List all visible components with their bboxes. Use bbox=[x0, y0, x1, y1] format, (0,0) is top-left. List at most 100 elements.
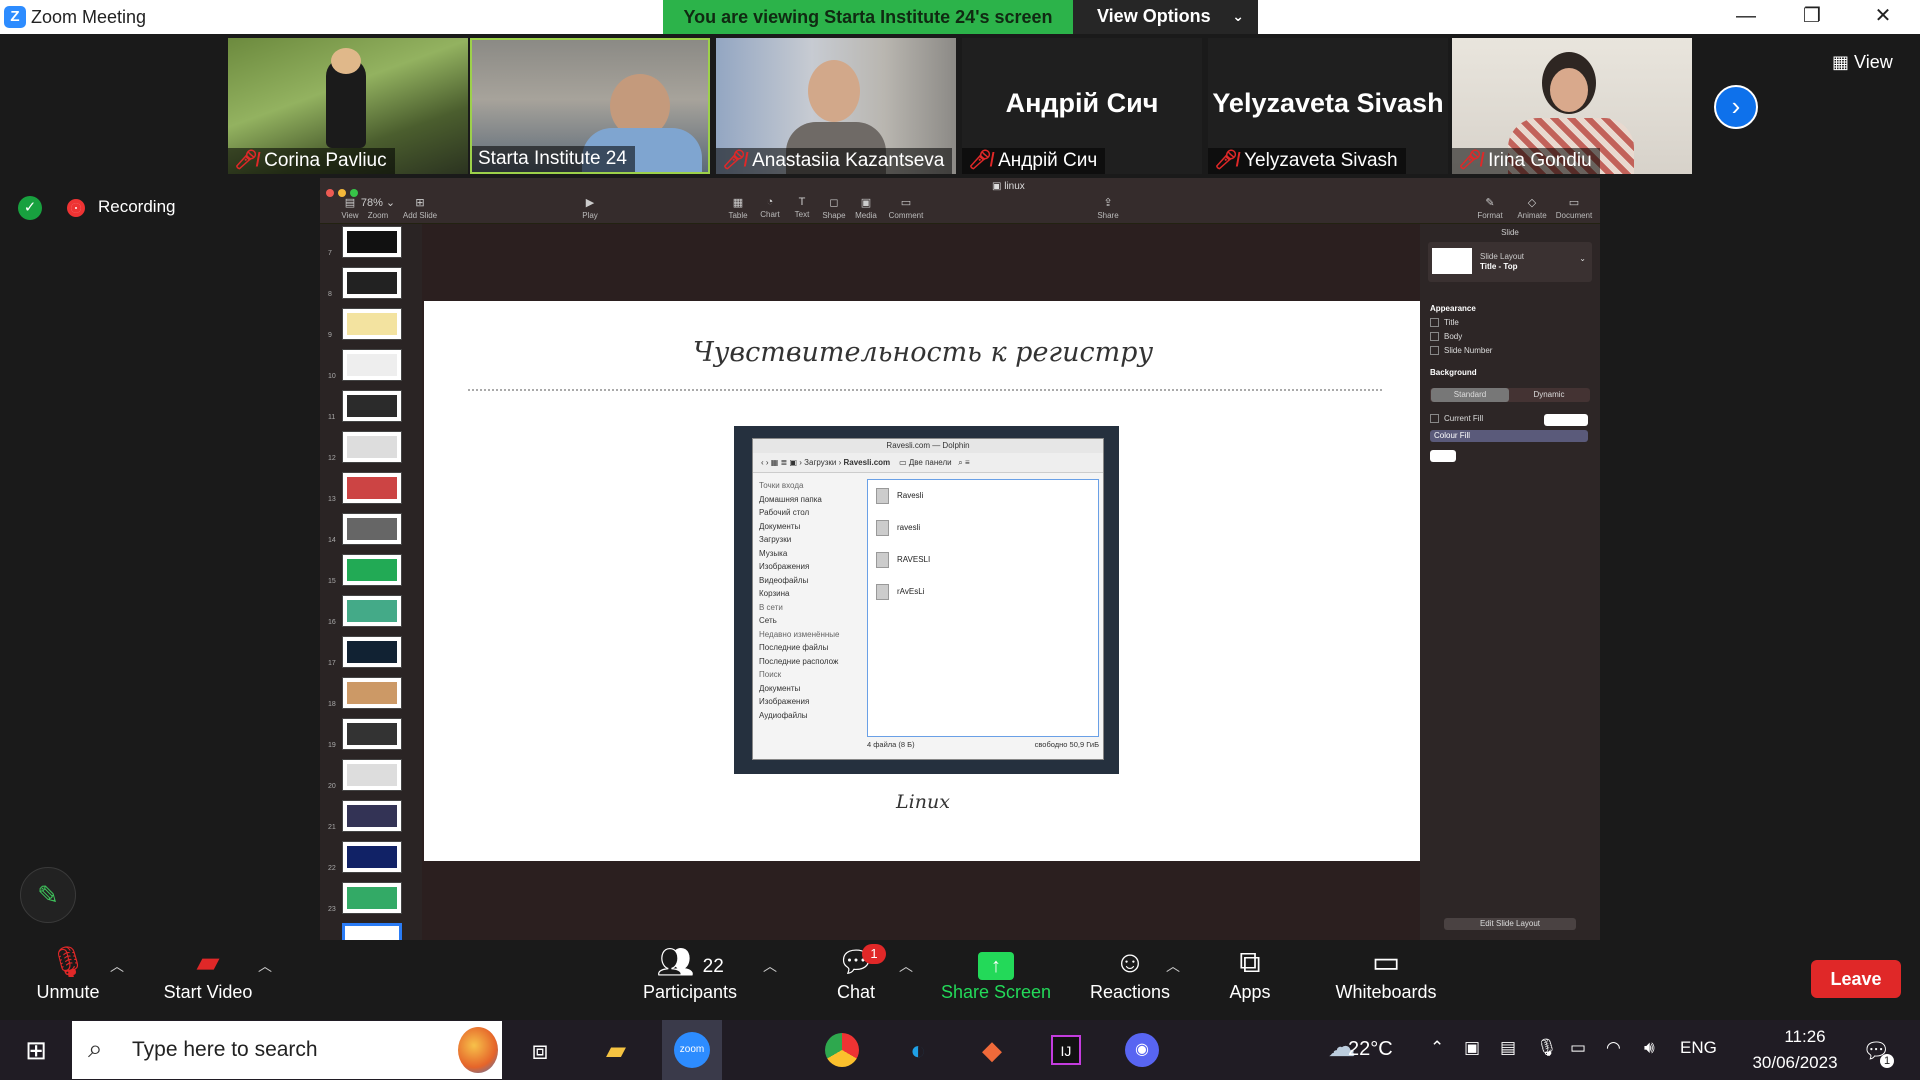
whiteboards-button[interactable]: ▭ Whiteboards bbox=[1326, 944, 1446, 1003]
edit-slide-layout-button[interactable]: Edit Slide Layout bbox=[1444, 918, 1576, 930]
maximize-button[interactable]: ❐ bbox=[1782, 0, 1842, 34]
discord-icon[interactable]: ◉ bbox=[1112, 1020, 1172, 1080]
fill-type-select[interactable]: Colour Fill bbox=[1430, 430, 1588, 442]
file-item[interactable]: Ravesli bbox=[876, 488, 923, 504]
task-view-icon[interactable]: ⧈ bbox=[510, 1020, 570, 1080]
toolbar-share-button[interactable]: ⇪ Share bbox=[1088, 196, 1128, 220]
tray-display-icon[interactable]: ▤ bbox=[1500, 1038, 1516, 1058]
leave-button[interactable]: Leave bbox=[1811, 960, 1901, 998]
participant-tile[interactable]: Андрій Сич 🎤︎̸ Андрій Сич bbox=[962, 38, 1202, 174]
toolbar-play-button[interactable]: ▶ Play bbox=[570, 196, 610, 220]
toolbar-media-button[interactable]: ▣ Media bbox=[846, 196, 886, 220]
places-item[interactable]: Изображения bbox=[755, 560, 855, 574]
participant-tile-active[interactable]: Starta Institute 24 bbox=[470, 38, 710, 174]
slide-thumbnail[interactable] bbox=[342, 595, 402, 627]
title-checkbox[interactable]: Title bbox=[1430, 318, 1459, 327]
places-item[interactable]: Рабочий стол bbox=[755, 506, 855, 520]
toolbar-document-button[interactable]: ▭ Document bbox=[1554, 196, 1594, 220]
annotate-pencil-icon[interactable]: ✎ bbox=[20, 867, 76, 923]
view-options-button[interactable]: View Options ⌄ bbox=[1073, 0, 1258, 34]
places-item[interactable]: Последние файлы bbox=[755, 641, 855, 655]
file-explorer-icon[interactable]: ▰ bbox=[586, 1020, 646, 1080]
tray-chevron-icon[interactable]: ⌃ bbox=[1430, 1038, 1444, 1058]
standard-segment[interactable]: Standard bbox=[1431, 388, 1509, 402]
toolbar-animate-button[interactable]: ◇ Animate bbox=[1512, 196, 1552, 220]
file-item[interactable]: RAVESLI bbox=[876, 552, 930, 568]
slide-thumbnail[interactable] bbox=[342, 267, 402, 299]
weather-temp[interactable]: 22°C bbox=[1348, 1038, 1393, 1061]
slide-thumbnail[interactable] bbox=[342, 226, 402, 258]
toolbar-format-button[interactable]: ✎ Format bbox=[1470, 196, 1510, 220]
places-item[interactable]: Сеть bbox=[755, 614, 855, 628]
slide-thumbnail[interactable] bbox=[342, 349, 402, 381]
slide-thumbnail[interactable] bbox=[342, 800, 402, 832]
zoom-taskbar-icon[interactable]: zoom bbox=[662, 1020, 722, 1080]
slide-thumbnail[interactable] bbox=[342, 636, 402, 668]
body-checkbox[interactable]: Body bbox=[1430, 332, 1462, 341]
file-item[interactable]: ravesli bbox=[876, 520, 920, 536]
places-item[interactable]: Документы bbox=[755, 520, 855, 534]
slide-number-checkbox[interactable]: Slide Number bbox=[1430, 346, 1492, 355]
volume-icon[interactable]: 🔊︎ bbox=[1644, 1038, 1655, 1058]
unmute-button[interactable]: 🎙︎ Unmute bbox=[28, 944, 108, 1003]
security-shield-icon[interactable]: ✓ bbox=[18, 196, 42, 220]
slide-layout-picker[interactable]: Slide Layout Title - Top ⌄ bbox=[1428, 242, 1592, 282]
places-item[interactable]: Документы bbox=[755, 682, 855, 696]
inspector-tab-slide[interactable]: Slide bbox=[1420, 228, 1600, 237]
places-item[interactable]: Аудиофайлы bbox=[755, 709, 855, 723]
taskbar-search-box[interactable]: ⌕ Type here to search bbox=[72, 1021, 502, 1079]
audio-options-caret[interactable]: ︿ bbox=[110, 956, 124, 976]
slide-thumbnail[interactable] bbox=[342, 472, 402, 504]
participants-button[interactable]: 👥︎ 22 Participants bbox=[640, 944, 740, 1003]
minimize-button[interactable]: — bbox=[1716, 0, 1776, 34]
slide[interactable]: Чувствительность к регистру Ravesli.com … bbox=[424, 301, 1422, 861]
slide-thumbnail[interactable] bbox=[342, 431, 402, 463]
current-fill-swatch[interactable] bbox=[1544, 414, 1588, 426]
git-app-icon[interactable]: ◆ bbox=[962, 1020, 1022, 1080]
slide-thumbnail[interactable] bbox=[342, 308, 402, 340]
wifi-icon[interactable]: ◠ bbox=[1606, 1038, 1621, 1058]
start-video-button[interactable]: ▰ Start Video bbox=[158, 944, 258, 1003]
view-button[interactable]: ▦ View bbox=[1832, 52, 1893, 73]
slide-thumbnail[interactable] bbox=[342, 677, 402, 709]
apps-button[interactable]: ⧉ Apps bbox=[1220, 944, 1280, 1003]
slide-thumbnail[interactable] bbox=[342, 923, 402, 940]
close-button[interactable]: ✕ bbox=[1853, 0, 1913, 34]
color-well[interactable] bbox=[1430, 450, 1456, 462]
dynamic-segment[interactable]: Dynamic bbox=[1510, 388, 1588, 402]
reactions-button[interactable]: ☺︎ Reactions bbox=[1090, 944, 1170, 1003]
video-options-caret[interactable]: ︿ bbox=[258, 956, 272, 976]
places-item[interactable]: Видеофайлы bbox=[755, 574, 855, 588]
slide-thumbnail[interactable] bbox=[342, 882, 402, 914]
places-item[interactable]: Домашняя папка bbox=[755, 493, 855, 507]
toolbar-add-slide-button[interactable]: ⊞ Add Slide bbox=[400, 196, 440, 220]
edge-icon[interactable]: ◐ bbox=[888, 1020, 948, 1080]
start-windows-icon[interactable]: ⊞ bbox=[6, 1020, 66, 1080]
participant-tile[interactable]: 🎤︎̸ Anastasiia Kazantseva bbox=[716, 38, 956, 174]
clock-date[interactable]: 30/06/2023 bbox=[1740, 1053, 1850, 1073]
clock-time[interactable]: 11:26 bbox=[1760, 1027, 1850, 1047]
tray-app-icon[interactable]: ▣ bbox=[1464, 1038, 1480, 1058]
places-item[interactable]: Изображения bbox=[755, 695, 855, 709]
slide-thumbnail[interactable] bbox=[342, 718, 402, 750]
participants-options-caret[interactable]: ︿ bbox=[763, 956, 777, 976]
participant-tile[interactable]: Yelyzaveta Sivash 🎤︎̸ Yelyzaveta Sivash bbox=[1208, 38, 1448, 174]
places-item[interactable]: Последние располож bbox=[755, 655, 855, 669]
chrome-icon[interactable] bbox=[812, 1020, 872, 1080]
slide-thumbnail[interactable] bbox=[342, 759, 402, 791]
participant-tile[interactable]: 🎤︎̸ Corina Pavliuc bbox=[228, 38, 468, 174]
places-item[interactable]: Музыка bbox=[755, 547, 855, 561]
chat-options-caret[interactable]: ︿ bbox=[899, 956, 913, 976]
participant-tile[interactable]: 🎤︎̸ Irina Gondiu bbox=[1452, 38, 1692, 174]
places-item[interactable]: Загрузки bbox=[755, 533, 855, 547]
slide-thumbnail[interactable] bbox=[342, 841, 402, 873]
language-indicator[interactable]: ENG bbox=[1680, 1038, 1717, 1058]
file-item[interactable]: rAvEsLi bbox=[876, 584, 924, 600]
slide-thumbnail[interactable] bbox=[342, 390, 402, 422]
microphone-tray-icon[interactable]: 🎙︎ bbox=[1536, 1038, 1558, 1058]
toolbar-comment-button[interactable]: ▭ Comment bbox=[886, 196, 926, 220]
next-participants-button[interactable]: › bbox=[1714, 85, 1758, 129]
toolbar-zoom-button[interactable]: 78% ⌄ Zoom bbox=[358, 196, 398, 220]
slide-thumbnail[interactable] bbox=[342, 554, 402, 586]
reactions-options-caret[interactable]: ︿ bbox=[1166, 956, 1180, 976]
